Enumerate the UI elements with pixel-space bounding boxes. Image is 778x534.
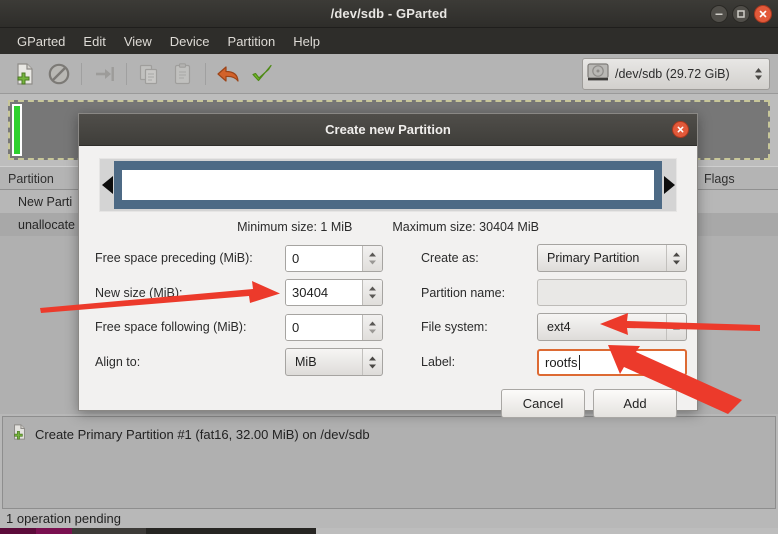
free-space-following-value[interactable]: 0 (286, 314, 362, 340)
right-triangle-icon[interactable] (662, 176, 676, 194)
create-as-label: Create as: (421, 251, 479, 265)
label-input-value: rootfs (545, 354, 578, 370)
pending-operation-text: Create Primary Partition #1 (fat16, 32.0… (35, 427, 370, 442)
launcher-segment (36, 528, 72, 534)
menu-bar: GParted Edit View Device Partition Help (0, 28, 778, 54)
green-check-icon[interactable] (245, 57, 279, 91)
free-space-preceding-value[interactable]: 0 (286, 245, 362, 271)
label-input[interactable]: rootfs (537, 348, 687, 376)
create-new-partition-dialog: Create new Partition Minimum size: 1 MiB… (78, 113, 698, 418)
menu-item-edit[interactable]: Edit (74, 31, 114, 52)
free-space-preceding-stepper[interactable]: 0 (285, 244, 383, 272)
partition-size-bar[interactable] (114, 161, 662, 209)
column-header-flags[interactable]: Flags (696, 167, 778, 189)
dialog-title: Create new Partition (325, 122, 451, 137)
chevron-up-icon[interactable] (666, 314, 686, 340)
partition-name-label: Partition name: (421, 285, 506, 300)
resize-arrow-icon (87, 57, 121, 91)
undo-arrow-icon[interactable] (211, 57, 245, 91)
align-to-label: Align to: (95, 355, 141, 369)
add-button[interactable]: Add (593, 389, 677, 418)
partition-size-fill (122, 170, 654, 200)
device-selector-label: /dev/sdb (29.72 GiB) (615, 67, 730, 81)
dialog-title-bar: Create new Partition (79, 114, 697, 146)
maximize-icon[interactable] (732, 5, 750, 23)
paste-icon (166, 57, 200, 91)
new-size-value[interactable]: 30404 (286, 280, 362, 305)
minimum-size-label: Minimum size: 1 MiB (237, 220, 353, 234)
partition-size-widget[interactable] (99, 158, 677, 212)
window-controls (710, 5, 772, 23)
toolbar: /dev/sdb (29.72 GiB) (0, 54, 778, 94)
maximum-size-label: Maximum size: 30404 MiB (392, 220, 539, 234)
stepper-arrows-icon[interactable] (362, 314, 382, 340)
chevron-updown-icon[interactable] (754, 66, 765, 82)
window-title: /dev/sdb - GParted (330, 6, 448, 21)
partition-name-input[interactable] (537, 279, 687, 306)
file-system-label: File system: (421, 320, 488, 334)
device-selector[interactable]: /dev/sdb (29.72 GiB) (582, 58, 770, 90)
chevron-updown-icon[interactable] (362, 349, 382, 375)
new-size-label: New size (MiB): (95, 285, 183, 300)
toolbar-separator (126, 62, 127, 85)
dialog-buttons: Cancel Add (95, 389, 681, 418)
chevron-updown-icon[interactable] (666, 245, 686, 271)
text-caret (578, 354, 580, 370)
new-document-icon (11, 423, 28, 446)
file-system-dropdown[interactable]: ext4 (537, 313, 687, 341)
list-item[interactable]: Create Primary Partition #1 (fat16, 32.0… (3, 417, 775, 452)
create-as-dropdown[interactable]: Primary Partition (537, 244, 687, 272)
file-system-value: ext4 (547, 320, 571, 334)
menu-item-help[interactable]: Help (284, 31, 329, 52)
status-bar: 1 operation pending (0, 509, 778, 528)
launcher-segment (146, 528, 316, 534)
free-space-following-stepper[interactable]: 0 (285, 313, 383, 341)
cancel-button[interactable]: Cancel (501, 389, 585, 418)
row-partition-name: New Parti (18, 194, 73, 209)
new-document-icon[interactable] (8, 57, 42, 91)
size-info: Minimum size: 1 MiB Maximum size: 30404 … (95, 220, 681, 234)
free-space-preceding-label: Free space preceding (MiB): (95, 251, 253, 265)
status-text: 1 operation pending (6, 511, 121, 526)
dialog-body: Minimum size: 1 MiB Maximum size: 30404 … (79, 146, 697, 418)
minimize-icon[interactable] (710, 5, 728, 23)
align-to-value: MiB (295, 355, 317, 369)
menu-item-device[interactable]: Device (161, 31, 219, 52)
new-size-stepper[interactable]: 30404 (285, 279, 383, 306)
menu-item-gparted[interactable]: GParted (8, 31, 74, 52)
menu-item-partition[interactable]: Partition (219, 31, 285, 52)
title-bar: /dev/sdb - GParted (0, 0, 778, 28)
partition-block-new[interactable] (12, 104, 22, 156)
desktop-launcher-strip (0, 528, 778, 534)
label-label: Label: (421, 355, 456, 369)
free-space-following-label: Free space following (MiB): (95, 320, 247, 334)
left-triangle-icon[interactable] (100, 176, 114, 194)
hard-disk-icon (587, 62, 609, 87)
toolbar-separator (205, 62, 206, 85)
launcher-segment (0, 528, 36, 534)
launcher-segment (72, 528, 146, 534)
copy-icon (132, 57, 166, 91)
create-as-value: Primary Partition (547, 251, 640, 265)
row-partition-name: unallocate (18, 217, 75, 232)
menu-item-view[interactable]: View (115, 31, 161, 52)
close-icon[interactable] (672, 121, 689, 138)
align-to-dropdown[interactable]: MiB (285, 348, 383, 376)
partition-form: Free space preceding (MiB): 0 Create as:… (95, 244, 687, 376)
toolbar-separator (81, 62, 82, 85)
gparted-window: /dev/sdb - GParted GParted Edit View Dev… (0, 0, 778, 534)
stepper-arrows-icon[interactable] (362, 245, 382, 271)
pending-operations-panel: Create Primary Partition #1 (fat16, 32.0… (2, 416, 776, 509)
no-entry-icon[interactable] (42, 57, 76, 91)
close-icon[interactable] (754, 5, 772, 23)
stepper-arrows-icon[interactable] (362, 280, 382, 305)
